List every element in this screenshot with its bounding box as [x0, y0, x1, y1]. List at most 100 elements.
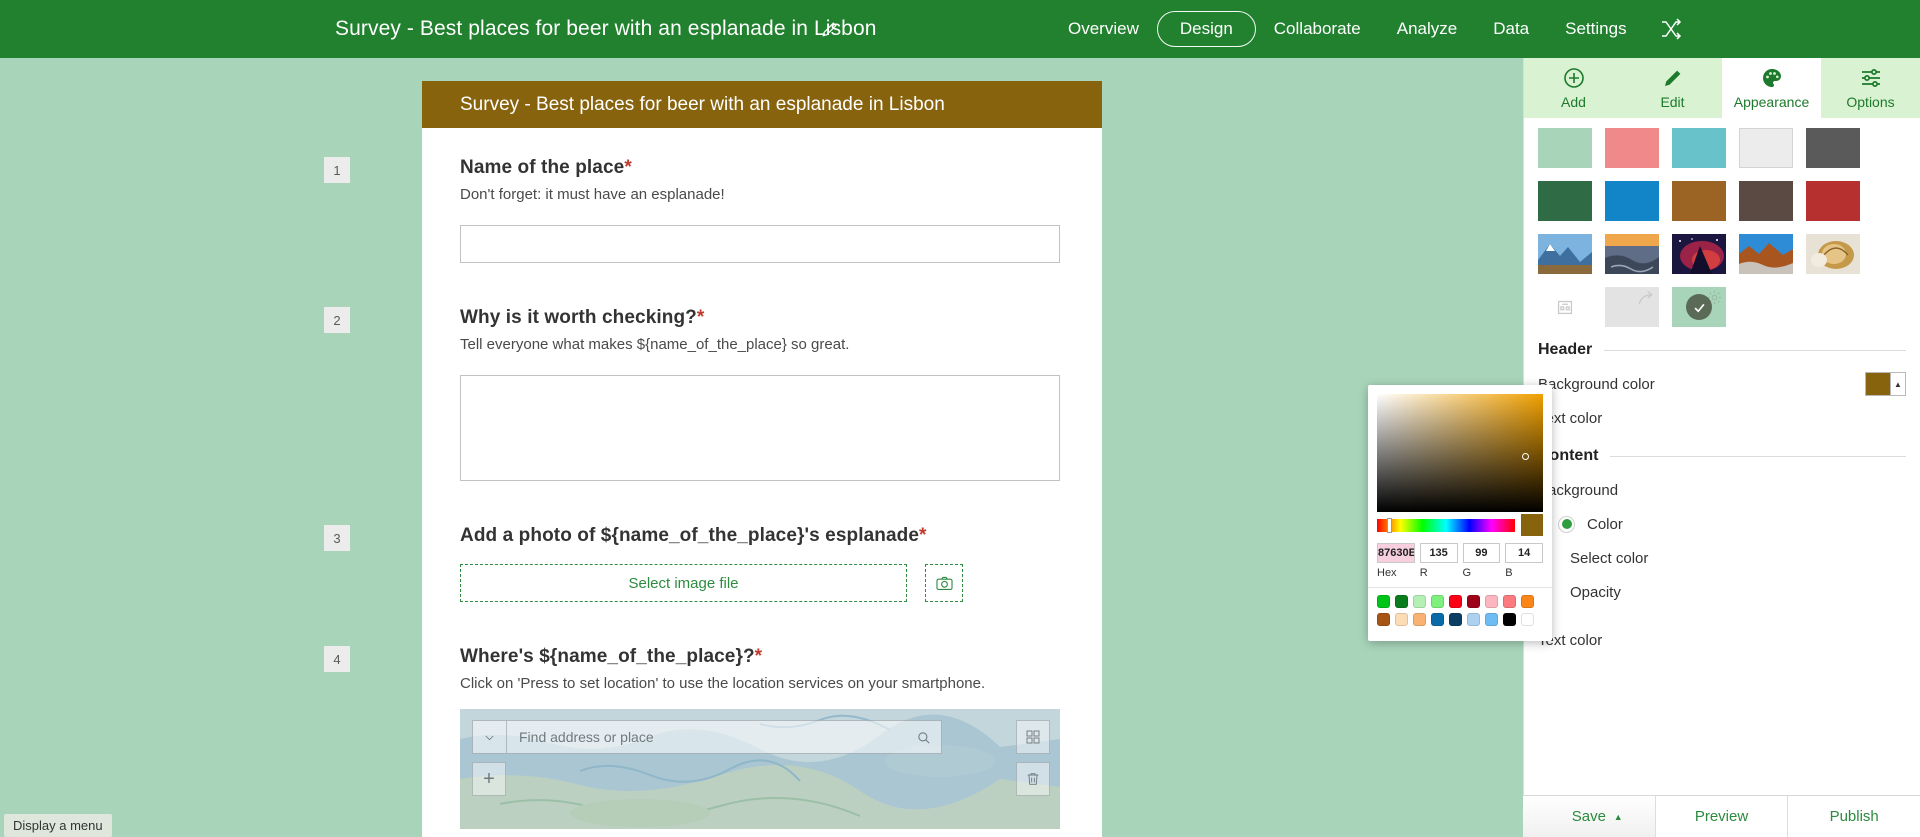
theme-swatch-image-coast[interactable] [1605, 234, 1659, 274]
theme-row [1538, 287, 1906, 327]
color-picker-popup[interactable]: Hex R G B [1368, 385, 1552, 641]
panel-tab-bar: Add Edit Appearance Options [1524, 58, 1920, 118]
preset-color[interactable] [1503, 595, 1516, 608]
required-marker: * [624, 157, 632, 178]
form-header-title: Survey - Best places for beer with an es… [460, 93, 945, 115]
hex-label: Hex [1377, 567, 1397, 579]
color-preview-square [1521, 514, 1543, 536]
divider [1604, 349, 1906, 351]
theme-swatch-red[interactable] [1806, 181, 1860, 221]
tab-edit[interactable]: Edit [1623, 58, 1722, 118]
content-opacity-row[interactable]: Opacity [1538, 575, 1906, 609]
theme-swatch-taupe[interactable] [1739, 181, 1793, 221]
preset-color[interactable] [1395, 595, 1408, 608]
preset-color[interactable] [1485, 613, 1498, 626]
content-text-color-row[interactable]: Text color [1538, 623, 1906, 657]
question-number: 2 [324, 307, 350, 333]
chevron-down-icon[interactable] [473, 721, 507, 753]
blue-input[interactable] [1505, 543, 1543, 563]
name-of-place-input[interactable] [460, 225, 1060, 263]
preset-color[interactable] [1431, 595, 1444, 608]
required-marker: * [919, 525, 927, 546]
search-icon[interactable] [905, 730, 941, 745]
map-search-bar[interactable]: Find address or place [472, 720, 942, 754]
why-worth-checking-textarea[interactable] [460, 375, 1060, 481]
upload-arrow-icon [1636, 289, 1656, 314]
preset-color[interactable] [1413, 595, 1426, 608]
theme-swatch-image-aurora[interactable] [1672, 234, 1726, 274]
required-marker: * [696, 307, 705, 328]
preview-button[interactable]: Preview [1656, 796, 1789, 837]
nav-item-analyze[interactable]: Analyze [1379, 0, 1475, 58]
preset-color[interactable] [1449, 595, 1462, 608]
nav-item-data[interactable]: Data [1475, 0, 1547, 58]
preset-color[interactable] [1503, 613, 1516, 626]
content-select-color-row[interactable]: Select color [1538, 541, 1906, 575]
theme-swatch-mint[interactable] [1538, 128, 1592, 168]
shuffle-icon[interactable] [1659, 17, 1683, 41]
theme-swatch-custom-upload[interactable] [1605, 287, 1659, 327]
theme-swatch-salmon[interactable] [1605, 128, 1659, 168]
camera-icon[interactable] [925, 564, 963, 602]
hex-input[interactable] [1377, 543, 1415, 563]
theme-swatch-image-shell[interactable] [1806, 234, 1860, 274]
theme-swatch-charcoal[interactable] [1806, 128, 1860, 168]
map-zoom-in-button[interactable]: + [472, 762, 506, 796]
theme-swatch-forest[interactable] [1538, 181, 1592, 221]
section-content-heading: Content [1538, 447, 1906, 465]
green-label: G [1462, 567, 1472, 579]
tab-options[interactable]: Options [1821, 58, 1920, 118]
nav-item-settings[interactable]: Settings [1547, 0, 1644, 58]
preset-color[interactable] [1377, 595, 1390, 608]
preset-color[interactable] [1377, 613, 1390, 626]
tab-options-label: Options [1846, 94, 1895, 110]
nav-item-design[interactable]: Design [1156, 11, 1256, 47]
preset-color[interactable] [1467, 595, 1480, 608]
hue-handle[interactable] [1386, 518, 1392, 533]
tab-add[interactable]: Add [1524, 58, 1623, 118]
file-upload-row: Select image file [460, 564, 1064, 602]
chevron-up-icon[interactable]: ▲ [1890, 373, 1905, 395]
select-image-file-button[interactable]: Select image file [460, 564, 907, 602]
preset-color[interactable] [1485, 595, 1498, 608]
nav-item-collaborate[interactable]: Collaborate [1256, 0, 1379, 58]
location-map[interactable]: Find address or place + [460, 709, 1060, 829]
header-background-color-swatch[interactable]: ▲ [1865, 372, 1906, 396]
content-background-color-radio-row[interactable]: Color [1538, 507, 1906, 541]
saturation-value-area[interactable] [1377, 394, 1543, 512]
red-input[interactable] [1419, 543, 1458, 563]
preset-color[interactable] [1467, 613, 1480, 626]
pencil-icon[interactable] [820, 19, 840, 39]
chevron-up-icon[interactable]: ▲ [1614, 812, 1623, 822]
theme-swatch-white[interactable] [1739, 128, 1793, 168]
trash-icon[interactable] [1016, 762, 1050, 796]
save-button[interactable]: Save ▲ [1523, 796, 1656, 837]
tab-appearance[interactable]: Appearance [1722, 58, 1821, 118]
palette-icon [1760, 66, 1784, 90]
nav-item-overview[interactable]: Overview [1050, 0, 1157, 58]
green-input[interactable] [1462, 543, 1501, 563]
theme-swatch-current-selected[interactable] [1672, 287, 1726, 327]
theme-swatch-blue[interactable] [1605, 181, 1659, 221]
pencil-icon [1661, 66, 1685, 90]
g-field-wrap: G [1462, 543, 1501, 581]
preset-color[interactable] [1395, 613, 1408, 626]
basemap-grid-icon[interactable] [1016, 720, 1050, 754]
content-background-row: Background [1538, 473, 1906, 507]
preset-color[interactable] [1413, 613, 1426, 626]
theme-swatch-image-canyon[interactable] [1739, 234, 1793, 274]
saturation-handle[interactable] [1522, 453, 1529, 460]
theme-swatch-teal[interactable] [1672, 128, 1726, 168]
preset-color[interactable] [1431, 613, 1444, 626]
hue-slider[interactable] [1377, 518, 1515, 533]
header-text-color-row[interactable]: Text color [1538, 401, 1906, 435]
preset-color[interactable] [1521, 613, 1534, 626]
theme-swatch-image-mountain[interactable] [1538, 234, 1592, 274]
publish-button[interactable]: Publish [1788, 796, 1920, 837]
theme-swatch-brown[interactable] [1672, 181, 1726, 221]
preset-color[interactable] [1449, 613, 1462, 626]
preset-color[interactable] [1521, 595, 1534, 608]
organization-icon[interactable] [1538, 287, 1592, 327]
radio-button-color[interactable] [1558, 515, 1575, 533]
check-icon [1686, 294, 1712, 320]
